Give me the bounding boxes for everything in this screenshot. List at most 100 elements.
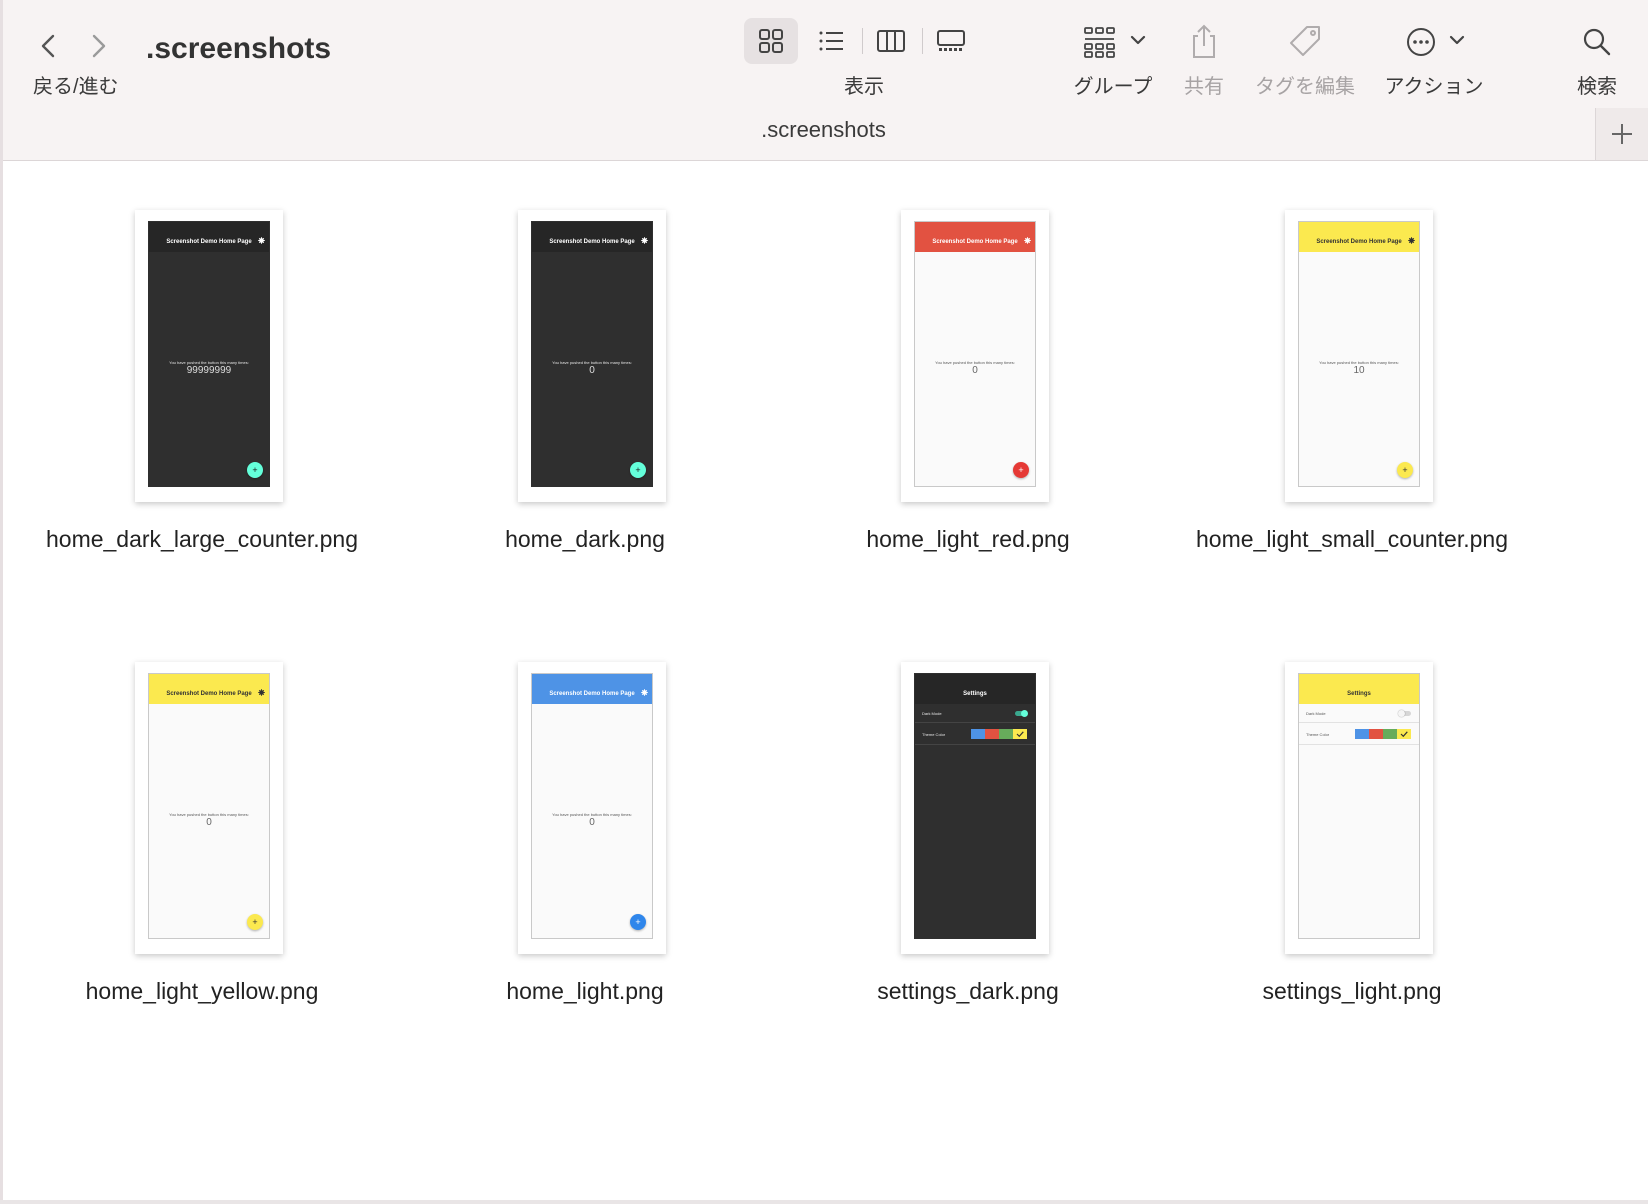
chevron-down-icon (1449, 35, 1465, 45)
thumbnail-screen: Screenshot Demo Home Page You have pushed… (531, 673, 653, 939)
view-mode-group (744, 18, 980, 64)
settings-divider (915, 722, 1035, 723)
file-name-label[interactable]: settings_dark.png (776, 978, 1160, 1005)
thumbnail-app-bar: Screenshot Demo Home Page (532, 674, 652, 704)
new-tab-button[interactable] (1595, 108, 1648, 160)
theme-color-swatch (985, 729, 999, 739)
group-icon (1084, 27, 1115, 58)
file-item[interactable]: Settings Dark Mode Theme Color settings_lig… (1160, 612, 1544, 1032)
thumbnail-counter: 0 (589, 817, 595, 828)
theme-color-row: Theme Color (1306, 727, 1411, 741)
forward-button[interactable] (80, 28, 116, 64)
file-thumbnail[interactable]: Screenshot Demo Home Page You have pushed… (518, 662, 666, 954)
file-name-label[interactable]: home_light_red.png (776, 526, 1160, 553)
icon-view-button[interactable] (744, 18, 798, 64)
theme-color-swatch (999, 729, 1013, 739)
thumbnail-screen: Settings Dark Mode Theme Color (914, 673, 1036, 939)
theme-color-swatches (1355, 729, 1411, 739)
theme-color-swatches (971, 729, 1027, 739)
group-dropdown[interactable] (1128, 30, 1148, 50)
thumbnail-app-bar: Settings (915, 674, 1035, 704)
thumbnail-app-bar: Screenshot Demo Home Page (149, 674, 269, 704)
file-item[interactable]: Screenshot Demo Home Page You have pushed… (10, 160, 394, 580)
view-label: 表示 (844, 76, 884, 98)
theme-color-swatch (1355, 729, 1369, 739)
file-name-label[interactable]: home_light.png (393, 978, 777, 1005)
dark-mode-label: Dark Mode (922, 710, 942, 716)
file-item[interactable]: Screenshot Demo Home Page You have pushed… (1160, 160, 1544, 580)
plus-icon: + (1018, 464, 1024, 475)
gallery-view-button[interactable] (924, 18, 978, 64)
view-separator (922, 28, 923, 54)
dark-mode-toggle (1398, 709, 1411, 717)
dark-mode-toggle (1015, 709, 1028, 717)
theme-color-swatch (1397, 729, 1411, 739)
edit-tags-button[interactable] (1285, 22, 1325, 62)
file-item[interactable]: Settings Dark Mode Theme Color settings_dar… (776, 612, 1160, 1032)
file-name-label[interactable]: home_dark_large_counter.png (10, 526, 394, 553)
thumbnail-counter: 0 (206, 817, 212, 828)
file-name-label[interactable]: home_dark.png (393, 526, 777, 553)
thumbnail-screen: Screenshot Demo Home Page You have pushed… (148, 673, 270, 939)
gear-icon (1408, 237, 1415, 244)
theme-color-row: Theme Color (922, 727, 1027, 741)
thumbnail-fab: + (247, 914, 263, 930)
thumbnail-app-bar: Screenshot Demo Home Page (532, 222, 652, 252)
thumbnail-screen: Screenshot Demo Home Page You have pushed… (148, 221, 270, 487)
thumbnail-screen: Screenshot Demo Home Page You have pushed… (914, 221, 1036, 487)
dark-mode-row: Dark Mode (922, 706, 1028, 720)
settings-divider (1299, 744, 1419, 745)
edit-tags-label: タグを編集 (1255, 76, 1355, 98)
file-item[interactable]: Screenshot Demo Home Page You have pushed… (393, 612, 777, 1032)
finder-window: 戻る/進む .screenshots 表示 グループ 共有 タグを編集 アクショ… (0, 0, 1648, 1204)
thumbnail-counter: 0 (972, 365, 978, 376)
file-name-label[interactable]: home_light_small_counter.png (1160, 526, 1544, 553)
search-button[interactable] (1577, 22, 1617, 62)
thumbnail-app-bar: Screenshot Demo Home Page (915, 222, 1035, 252)
thumbnail-screen: Screenshot Demo Home Page You have pushed… (531, 221, 653, 487)
file-name-label[interactable]: settings_light.png (1160, 978, 1544, 1005)
tab-title[interactable]: .screenshots (761, 117, 886, 142)
file-thumbnail[interactable]: Screenshot Demo Home Page You have pushed… (901, 210, 1049, 502)
file-thumbnail[interactable]: Screenshot Demo Home Page You have pushed… (518, 210, 666, 502)
gear-icon (258, 689, 265, 696)
file-thumbnail[interactable]: Screenshot Demo Home Page You have pushed… (1285, 210, 1433, 502)
gear-icon (641, 689, 648, 696)
file-thumbnail[interactable]: Screenshot Demo Home Page You have pushed… (135, 662, 283, 954)
action-dropdown[interactable] (1447, 30, 1467, 50)
share-button[interactable] (1184, 22, 1224, 62)
file-name-label[interactable]: home_light_yellow.png (10, 978, 394, 1005)
theme-color-swatch (1013, 729, 1027, 739)
search-label: 検索 (1577, 76, 1617, 98)
plus-icon: + (1402, 464, 1408, 475)
chevron-down-icon (1130, 35, 1146, 45)
file-thumbnail[interactable]: Screenshot Demo Home Page You have pushed… (135, 210, 283, 502)
thumbnail-app-bar: Settings (1299, 674, 1419, 704)
file-item[interactable]: Screenshot Demo Home Page You have pushed… (393, 160, 777, 580)
group-button[interactable] (1080, 22, 1120, 62)
theme-color-swatch (971, 729, 985, 739)
file-item[interactable]: Screenshot Demo Home Page You have pushed… (10, 612, 394, 1032)
file-thumbnail[interactable]: Settings Dark Mode Theme Color (1285, 662, 1433, 954)
plus-icon: + (635, 916, 641, 927)
file-thumbnail[interactable]: Settings Dark Mode Theme Color (901, 662, 1049, 954)
column-view-icon (877, 30, 905, 52)
window-title: .screenshots (146, 32, 332, 65)
group-label: グループ (1073, 76, 1153, 98)
share-icon (1193, 24, 1215, 58)
thumbnail-app-title: Screenshot Demo Home Page (166, 691, 252, 697)
column-view-button[interactable] (864, 18, 918, 64)
thumbnail-app-title: Screenshot Demo Home Page (932, 239, 1018, 245)
chevron-right-icon (92, 34, 106, 58)
thumbnail-app-title: Screenshot Demo Home Page (166, 239, 252, 245)
back-button[interactable] (31, 28, 67, 64)
thumbnail-app-title: Screenshot Demo Home Page (549, 691, 635, 697)
list-view-button[interactable] (804, 18, 858, 64)
view-separator (862, 28, 863, 54)
file-item[interactable]: Screenshot Demo Home Page You have pushed… (776, 160, 1160, 580)
action-button[interactable] (1401, 22, 1441, 62)
chevron-left-icon (41, 34, 55, 58)
thumbnail-screen: Settings Dark Mode Theme Color (1298, 673, 1420, 939)
toggle-knob (1021, 709, 1028, 717)
plus-icon: + (252, 464, 258, 475)
